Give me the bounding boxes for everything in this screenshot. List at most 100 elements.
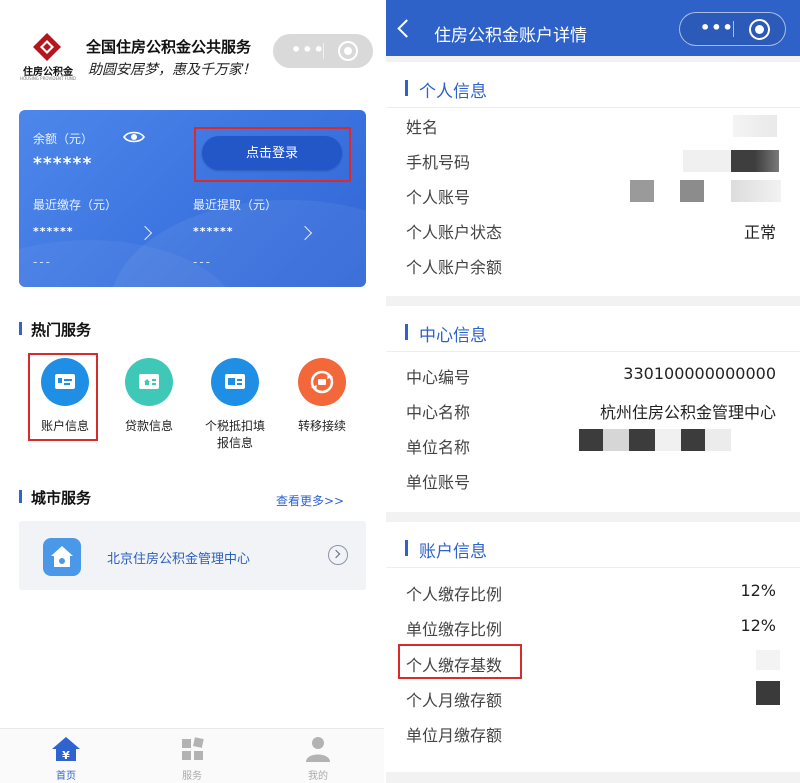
svg-text:¥: ¥ xyxy=(62,749,70,762)
redacted-value xyxy=(756,650,780,670)
info-row: 中心名称 杭州住房公积金管理中心 xyxy=(386,391,800,426)
chevron-right-icon[interactable] xyxy=(137,225,153,241)
panel-header: 个人信息 xyxy=(386,62,800,108)
section-marker xyxy=(405,540,408,556)
miniprogram-capsule: ••• xyxy=(679,12,786,46)
highlight-box-login xyxy=(194,127,351,182)
redacted-value xyxy=(680,180,704,202)
bottom-tabbar: ¥ 首页 服务 我的 xyxy=(0,728,384,783)
row-label: 单位月缴存额 xyxy=(406,726,503,745)
service-label: 转移接续 xyxy=(297,419,346,433)
service-transfer[interactable]: 转移接续 xyxy=(280,358,364,458)
redacted-value xyxy=(731,180,781,202)
balance-value: ****** xyxy=(33,154,93,174)
section-marker xyxy=(19,322,22,335)
info-row: 个人缴存比例 12% xyxy=(386,573,800,608)
redacted-value xyxy=(630,180,654,202)
city-service-card[interactable]: 北京住房公积金管理中心 xyxy=(19,521,366,590)
row-label: 中心名称 xyxy=(406,403,471,422)
back-icon[interactable] xyxy=(397,19,416,38)
logo-subtext: HOUSING PROVIDENT FUND xyxy=(20,76,76,81)
tab-label: 我的 xyxy=(308,771,328,782)
row-label: 中心编号 xyxy=(406,368,471,387)
row-value: 12% xyxy=(740,581,776,600)
capsule-divider xyxy=(733,21,734,37)
account-detail-screen: 住房公积金账户详情 ••• 个人信息 姓名 手机号码 个人账号 个人账户状态 正… xyxy=(386,0,800,783)
tax-card-icon xyxy=(211,358,259,406)
info-row: 个人账户状态 正常 xyxy=(386,211,800,246)
miniprogram-capsule: ••• xyxy=(273,34,373,68)
recent-withdraw-label: 最近提取（元） xyxy=(193,198,278,212)
row-label: 单位名称 xyxy=(406,438,471,457)
row-value: 杭州住房公积金管理中心 xyxy=(599,403,776,422)
recent-deposit-label: 最近缴存（元） xyxy=(33,198,118,212)
capsule-divider xyxy=(323,43,324,59)
service-label: 贷款信息 xyxy=(124,419,173,433)
house-app-icon xyxy=(43,538,81,576)
info-row: 个人月缴存额 xyxy=(386,679,800,714)
info-row: 个人账户余额 xyxy=(386,246,800,281)
redacted-value xyxy=(579,429,603,451)
service-label: 个税抵扣填报信息 xyxy=(205,419,266,450)
redacted-value xyxy=(655,429,681,451)
row-value: 12% xyxy=(740,616,776,635)
more-dots-icon[interactable]: ••• xyxy=(291,40,325,59)
panel-header: 账户信息 xyxy=(386,522,800,568)
row-value: 330100000000000 xyxy=(623,364,776,383)
service-tax-deduction[interactable]: 个税抵扣填报信息 xyxy=(193,358,277,458)
info-row: 单位账号 xyxy=(386,461,800,496)
section-marker xyxy=(19,490,22,503)
home-screen: 住房公积金 HOUSING PROVIDENT FUND 全国住房公积金公共服务… xyxy=(0,0,384,783)
info-row: 单位缴存比例 12% xyxy=(386,608,800,643)
panel-title: 中心信息 xyxy=(419,326,487,346)
transfer-icon xyxy=(298,358,346,406)
highlight-box-deposit-base xyxy=(398,644,522,679)
target-circle-icon[interactable] xyxy=(749,19,770,40)
redacted-value xyxy=(705,429,731,451)
redacted-value xyxy=(681,429,705,451)
redacted-value xyxy=(683,150,731,172)
target-circle-icon[interactable] xyxy=(338,41,358,61)
row-label: 单位账号 xyxy=(406,473,471,492)
section-marker xyxy=(405,324,408,340)
city-service-label: 北京住房公积金管理中心 xyxy=(107,552,251,567)
house-card-icon xyxy=(125,358,173,406)
logo-diamond-icon xyxy=(33,33,61,61)
more-dots-icon[interactable]: ••• xyxy=(700,18,734,37)
app-slogan: 助圆安居梦，惠及千万家！ xyxy=(88,62,256,78)
center-info-panel: 中心信息 中心编号 330100000000000 中心名称 杭州住房公积金管理… xyxy=(386,306,800,512)
chevron-right-circle-icon[interactable] xyxy=(328,545,348,565)
user-icon xyxy=(306,737,330,762)
home-yen-icon: ¥ xyxy=(52,737,80,762)
panel-title: 个人信息 xyxy=(419,82,487,102)
redacted-value xyxy=(733,115,777,137)
highlight-box-account-info xyxy=(28,353,98,441)
redacted-value xyxy=(603,429,629,451)
panel-title: 账户信息 xyxy=(419,542,487,562)
service-loan-info[interactable]: 贷款信息 xyxy=(107,358,191,458)
redacted-value xyxy=(756,681,780,705)
row-value: 正常 xyxy=(743,223,776,242)
hot-services-title: 热门服务 xyxy=(31,321,92,339)
nav-bar: 住房公积金账户详情 ••• xyxy=(386,0,800,56)
panel-header: 中心信息 xyxy=(386,306,800,352)
personal-info-panel: 个人信息 姓名 手机号码 个人账号 个人账户状态 正常 个人账户余额 xyxy=(386,62,800,296)
tab-label: 首页 xyxy=(56,771,76,782)
balance-label: 余额（元） xyxy=(33,132,94,146)
provident-fund-logo: 住房公积金 HOUSING PROVIDENT FUND xyxy=(18,32,78,81)
eye-icon[interactable] xyxy=(123,130,145,144)
row-label: 个人账户状态 xyxy=(406,223,503,242)
tab-services[interactable]: 服务 xyxy=(152,735,232,782)
recent-withdraw-sub: --- xyxy=(193,255,212,269)
row-label: 个人月缴存额 xyxy=(406,691,503,710)
app-title: 全国住房公积金公共服务 xyxy=(86,38,252,56)
redacted-value xyxy=(731,150,779,172)
app-header: 住房公积金 HOUSING PROVIDENT FUND 全国住房公积金公共服务… xyxy=(0,0,384,96)
redacted-value xyxy=(629,429,655,451)
tab-home[interactable]: ¥ 首页 xyxy=(26,735,106,782)
info-row: 中心编号 330100000000000 xyxy=(386,356,800,391)
view-more-link[interactable]: 查看更多>> xyxy=(276,492,344,509)
row-label: 姓名 xyxy=(406,118,439,137)
row-label: 个人账户余额 xyxy=(406,258,503,277)
tab-mine[interactable]: 我的 xyxy=(278,735,358,782)
